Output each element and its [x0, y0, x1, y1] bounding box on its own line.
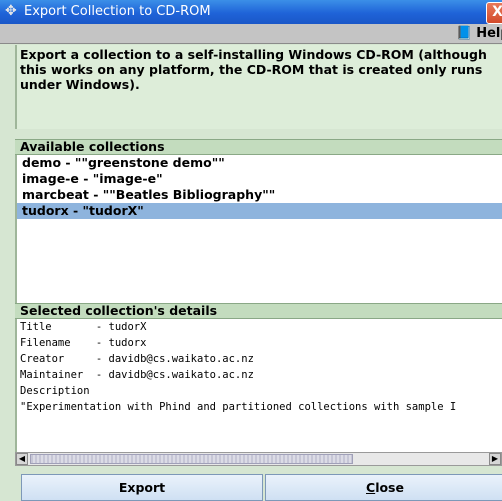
list-item-selected[interactable]: tudorx - "tudorX" [17, 203, 502, 219]
detail-line: Filename - tudorx [20, 337, 147, 349]
export-button[interactable]: Export [21, 474, 263, 501]
detail-line: Creator - davidb@cs.waikato.ac.nz [20, 353, 254, 365]
close-mnemonic: C [366, 480, 376, 495]
close-window-button[interactable]: X [486, 2, 502, 24]
help-button[interactable]: 📘Help [456, 26, 502, 41]
scroll-left-icon[interactable]: ◀ [16, 453, 28, 465]
detail-line: Title - tudorX [20, 321, 147, 333]
close-label-rest: lose [375, 480, 404, 495]
help-bar: 📘Help [0, 24, 502, 44]
collection-details-text: Title - tudorX Filename - tudorx Creator… [15, 319, 502, 452]
help-label: Help [476, 26, 502, 41]
button-row: Export Close [15, 474, 502, 501]
detail-line: Description [20, 385, 90, 397]
app-icon: ✥ [5, 3, 17, 19]
help-book-icon: 📘 [456, 26, 473, 41]
window-title: Export Collection to CD-ROM [24, 4, 211, 19]
horizontal-scrollbar[interactable]: ◀ ▶ [15, 452, 502, 466]
title-bar: ✥ Export Collection to CD-ROM X [0, 0, 502, 24]
list-item[interactable]: marcbeat - ""Beatles Bibliography"" [17, 187, 502, 203]
close-button[interactable]: Close [265, 474, 502, 501]
collection-details-heading: Selected collection's details [15, 303, 502, 319]
left-margin [0, 44, 15, 501]
scrollbar-thumb[interactable] [30, 454, 353, 464]
list-item[interactable]: demo - ""greenstone demo"" [17, 155, 502, 171]
detail-line: Maintainer - davidb@cs.waikato.ac.nz [20, 369, 254, 381]
scroll-right-icon[interactable]: ▶ [489, 453, 501, 465]
available-collections-heading: Available collections [15, 139, 502, 155]
collections-list[interactable]: demo - ""greenstone demo"" image-e - "im… [15, 155, 502, 303]
description-text: Export a collection to a self-installing… [15, 45, 502, 129]
detail-line: "Experimentation with Phind and partitio… [20, 401, 457, 413]
list-item[interactable]: image-e - "image-e" [17, 171, 502, 187]
